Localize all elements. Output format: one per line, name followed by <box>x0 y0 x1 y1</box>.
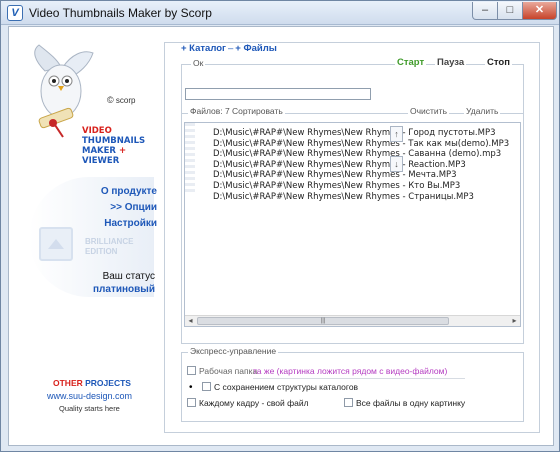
source-tabs: + Каталог – + Файлы <box>179 43 279 54</box>
pause-button[interactable]: Пауза <box>435 57 467 68</box>
menu-settings[interactable]: Настройки <box>101 216 157 232</box>
delete-button[interactable]: Удалить <box>464 106 501 116</box>
scorp-copyright: © scorp <box>107 95 136 105</box>
maximize-button[interactable]: □ <box>497 2 523 20</box>
list-item[interactable]: D:\Music\#RAP#\New Rhymes\New Rhymes - Г… <box>213 128 509 139</box>
express-control-group: Экспресс-управление Рабочая папка та же … <box>181 346 524 422</box>
right-panel: + Каталог – + Файлы Ок Старт Пауза Стоп Фа… <box>164 42 540 433</box>
menu-options[interactable]: >> Опции <box>101 200 157 216</box>
move-down-button[interactable]: ↓ <box>390 156 403 172</box>
file-list[interactable]: D:\Music\#RAP#\New Rhymes\New Rhymes - Г… <box>184 122 521 327</box>
status-value[interactable]: платиновый <box>93 284 155 295</box>
clear-button[interactable]: Очистить <box>408 106 450 116</box>
stop-button[interactable]: Стоп <box>485 57 512 68</box>
work-folder-checkbox[interactable]: Рабочая папка <box>187 366 257 376</box>
slogan: Quality starts here <box>59 404 120 413</box>
horizontal-scrollbar[interactable]: ◂ ||| ▸ <box>185 315 520 326</box>
logo-line-3: MAKER + VIEWER <box>82 146 127 166</box>
scroll-left-icon[interactable]: ◂ <box>185 316 196 326</box>
tab-files[interactable]: + Файлы <box>235 43 277 54</box>
each-frame-checkbox[interactable]: Каждому кадру - свой файл <box>187 398 309 408</box>
all-files-checkbox[interactable]: Все файлы в одну картинку <box>344 398 465 408</box>
files-count: Файлов: 7 <box>188 106 232 116</box>
list-gutter <box>185 123 195 193</box>
close-button[interactable]: ✕ <box>522 2 557 20</box>
logo-line-1: VIDEO <box>82 126 112 136</box>
list-item[interactable]: D:\Music\#RAP#\New Rhymes\New Rhymes - С… <box>213 192 509 203</box>
website-link[interactable]: www.suu-design.com <box>47 391 132 401</box>
minimize-button[interactable]: – <box>472 2 498 20</box>
sort-button[interactable]: Сортировать <box>230 106 285 116</box>
ok-label: Ок <box>191 58 206 68</box>
scroll-right-icon[interactable]: ▸ <box>509 316 520 326</box>
list-item[interactable]: D:\Music\#RAP#\New Rhymes\New Rhymes - Т… <box>213 139 509 150</box>
app-window: V Video Thumbnails Maker by Scorp – □ ✕ … <box>0 0 560 452</box>
start-button[interactable]: Старт <box>395 57 427 68</box>
title-bar[interactable]: V Video Thumbnails Maker by Scorp – □ ✕ <box>1 1 559 25</box>
list-item[interactable]: D:\Music\#RAP#\New Rhymes\New Rhymes - R… <box>213 160 509 171</box>
status-label: Ваш статус <box>102 271 155 282</box>
menu-about[interactable]: О продукте <box>101 184 157 200</box>
files-group: Файлов: 7 Сортировать Очистить Удалить D… <box>181 106 524 344</box>
edition-emblem-icon <box>39 227 73 261</box>
client-area: © scorp VIDEO THUMBNAILS MAKER + VIEWER … <box>8 26 554 446</box>
tab-catalog[interactable]: + Каталог <box>181 43 226 54</box>
product-logo-text: VIDEO THUMBNAILS MAKER + VIEWER <box>82 126 159 166</box>
logo-line-2: THUMBNAILS <box>82 136 146 146</box>
left-panel: © scorp VIDEO THUMBNAILS MAKER + VIEWER … <box>9 27 159 445</box>
file-list-items: D:\Music\#RAP#\New Rhymes\New Rhymes - Г… <box>213 128 509 202</box>
work-folder-value[interactable]: та же (картинка ложится рядом с видео-фа… <box>253 366 465 379</box>
bullet-marker: • <box>189 382 193 393</box>
move-up-button[interactable]: ↑ <box>390 126 403 142</box>
edition-text: BRILLIANCE EDITION <box>85 237 134 256</box>
left-menu: О продукте >> Опции Настройки <box>101 184 157 232</box>
other-projects-link[interactable]: OTHER PROJECTS <box>53 378 131 388</box>
scroll-thumb[interactable]: ||| <box>197 317 449 325</box>
list-item[interactable]: D:\Music\#RAP#\New Rhymes\New Rhymes - С… <box>213 149 509 160</box>
keep-structure-checkbox[interactable]: С сохранением структуры каталогов <box>202 382 358 392</box>
list-item[interactable]: D:\Music\#RAP#\New Rhymes\New Rhymes - К… <box>213 181 509 192</box>
list-item[interactable]: D:\Music\#RAP#\New Rhymes\New Rhymes - М… <box>213 170 509 181</box>
window-title: Video Thumbnails Maker by Scorp <box>29 6 212 20</box>
app-logo-icon: V <box>7 5 23 21</box>
progress-bar <box>185 88 371 100</box>
express-label: Экспресс-управление <box>188 346 279 356</box>
